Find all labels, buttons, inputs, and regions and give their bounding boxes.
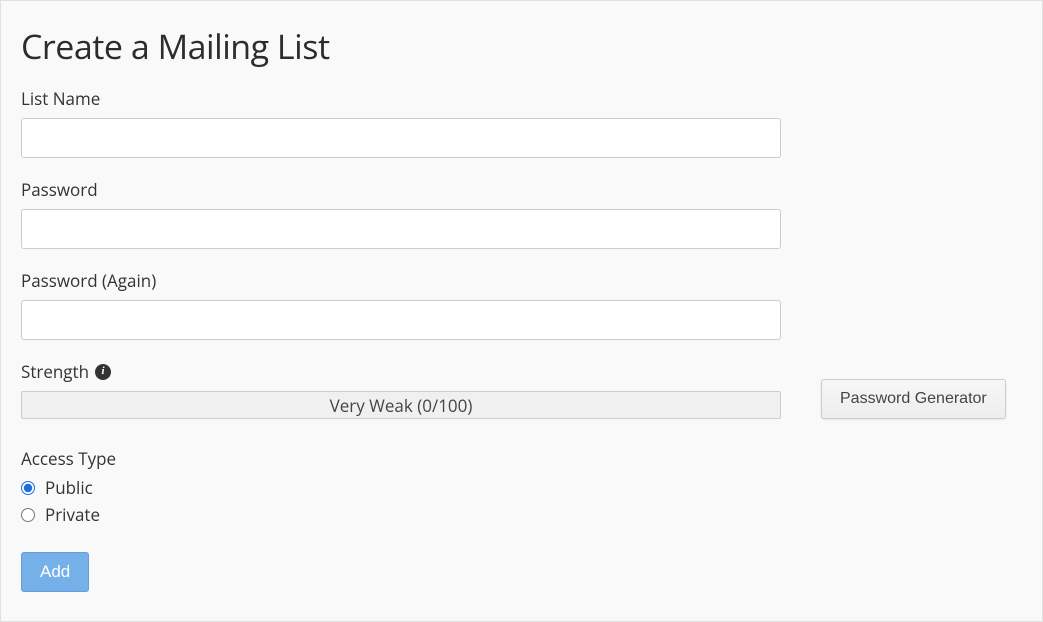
password-again-label: Password (Again) bbox=[21, 269, 1022, 292]
list-name-label: List Name bbox=[21, 87, 1022, 110]
access-public-radio[interactable] bbox=[21, 481, 35, 495]
password-again-input[interactable] bbox=[21, 300, 781, 340]
password-label: Password bbox=[21, 178, 1022, 201]
list-name-input[interactable] bbox=[21, 118, 781, 158]
access-public-label[interactable]: Public bbox=[45, 476, 93, 499]
access-type-label: Access Type bbox=[21, 447, 1022, 470]
password-input[interactable] bbox=[21, 209, 781, 249]
access-private-label[interactable]: Private bbox=[45, 503, 100, 526]
add-button[interactable]: Add bbox=[21, 552, 89, 592]
password-generator-button[interactable]: Password Generator bbox=[821, 379, 1006, 419]
access-private-radio[interactable] bbox=[21, 508, 35, 522]
info-icon[interactable]: i bbox=[95, 364, 111, 380]
strength-label: Strength bbox=[21, 360, 89, 383]
strength-meter: Very Weak (0/100) bbox=[21, 391, 781, 419]
page-title: Create a Mailing List bbox=[21, 23, 1022, 69]
